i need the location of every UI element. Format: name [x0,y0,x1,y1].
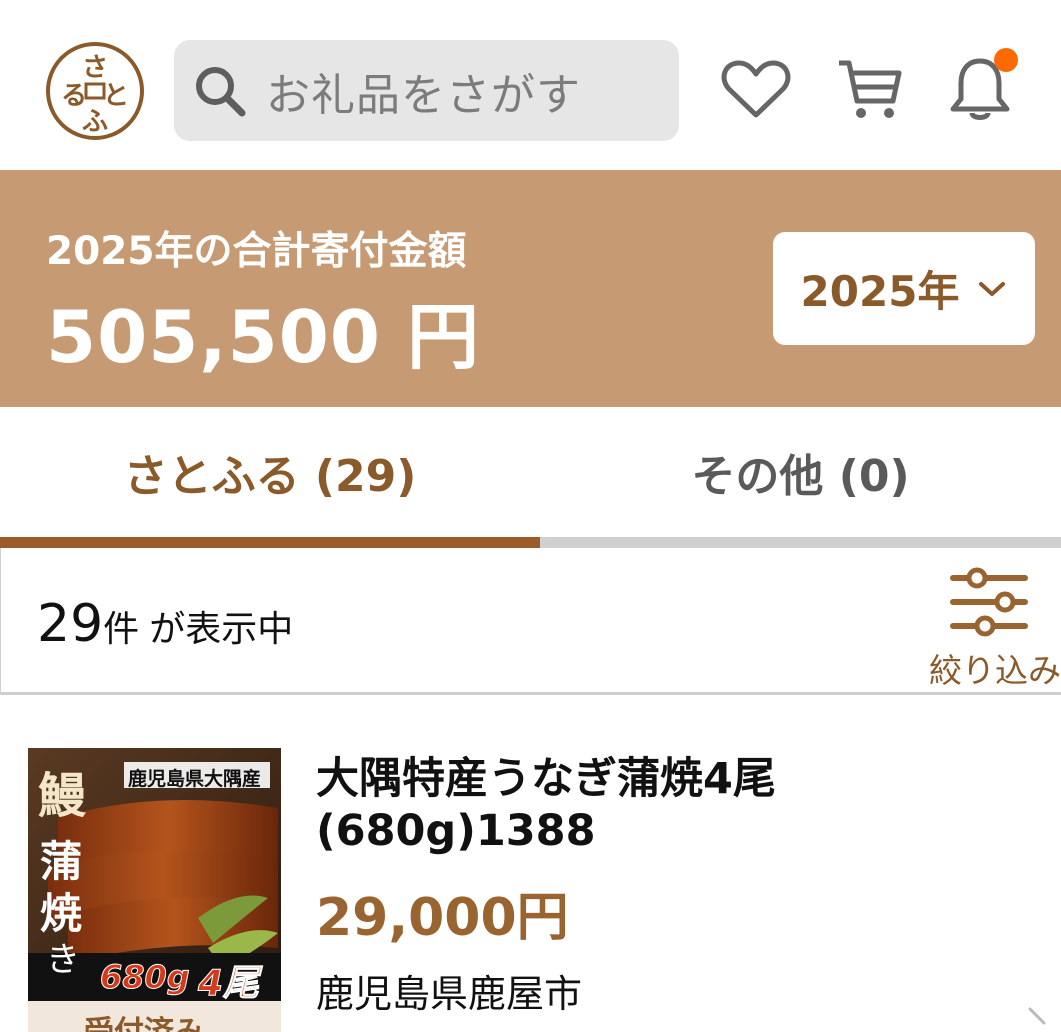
thumb-count: 4尾 [197,963,260,1002]
logo-icon[interactable]: さ る と ふ [44,40,146,142]
summary-amount: 505,500 円 [46,295,481,379]
status-badge-label: 受付済み [84,1007,204,1032]
bell-icon[interactable] [942,48,1018,128]
tab-satofull[interactable]: さとふる (29) [0,407,540,537]
status-badge: 受付済み [28,1001,281,1032]
thumb-region-label: 鹿児島県大隅産 [128,768,262,790]
search-placeholder: お礼品をさがす [266,69,581,121]
heart-icon[interactable] [718,52,794,128]
filter-button[interactable]: 絞り込み [929,566,1061,690]
search-input[interactable]: お礼品をさがす [174,40,679,141]
chevron-down-icon [979,281,1006,296]
thumb-weight: 680g [100,958,191,997]
product-thumbnail[interactable]: 鹿児島県大隅産 鰻 蒲 焼 き 680g 4尾 [28,748,281,1001]
svg-text:ふ: ふ [82,107,108,137]
tab-inactive-indicator [540,537,1061,548]
result-count-suffix: が表示中 [149,609,294,650]
product-location: 鹿児島県鹿屋市 [316,972,583,1016]
summary-label: 2025年の合計寄付金額 [46,229,467,274]
year-select-value: 2025年 [800,267,960,316]
year-select[interactable]: 2025年 [773,232,1035,345]
tab-active-indicator [0,537,540,548]
result-count-unit: 件 [103,609,140,650]
product-price: 29,000円 [316,888,569,948]
notification-dot [994,48,1018,72]
donation-summary-banner: 2025年の合計寄付金額 505,500 円 2025年 [0,170,1061,407]
thumb-kanji-top: 鰻 [38,768,87,824]
result-count: 29件 が表示中 [37,594,293,654]
chevron-right-icon[interactable] [1024,1007,1054,1031]
tab-other[interactable]: その他 (0) [540,407,1061,537]
product-title[interactable]: 大隅特産うなぎ蒲焼4尾(680g)1388 [316,753,916,857]
filter-sliders-icon [950,567,1028,637]
result-count-row: 29件 が表示中 絞り込み [0,548,1061,695]
svg-text:さ: さ [82,53,108,83]
cart-icon[interactable] [832,52,908,128]
tab-bar: さとふる (29) その他 (0) [0,407,1061,548]
thumb-kana: き [46,940,80,980]
result-count-number: 29 [37,594,104,654]
top-header: さ る と ふ お礼品をさがす [0,0,1061,170]
filter-label: 絞り込み [929,651,1061,690]
list-item[interactable]: 鹿児島県大隅産 鰻 蒲 焼 き 680g 4尾 受付済み 大隅特産うなぎ蒲焼4尾… [0,695,1061,1032]
search-icon [190,61,250,121]
app-screen: さ る と ふ お礼品をさがす 2025年の合計寄付金額 505,500 円 2… [0,0,1061,1032]
